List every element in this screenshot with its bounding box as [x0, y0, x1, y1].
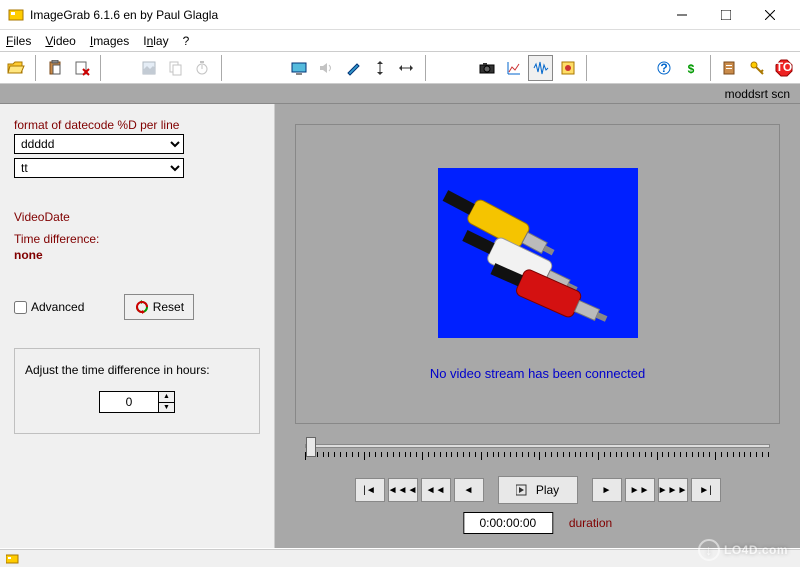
menu-images[interactable]: Images: [90, 34, 129, 48]
status-text: moddsrt scn: [725, 87, 790, 101]
slider-thumb[interactable]: [306, 437, 316, 457]
timediff-value: none: [14, 248, 260, 262]
brush-icon[interactable]: [340, 55, 365, 81]
rewind-fast-button[interactable]: ◄◄◄: [388, 478, 418, 502]
format-label: format of datecode %D per line: [14, 118, 260, 132]
reset-icon: [135, 300, 149, 314]
timecode-input[interactable]: [463, 512, 553, 534]
reset-button[interactable]: Reset: [124, 294, 194, 320]
copy-icon[interactable]: [163, 55, 188, 81]
slider-ticks: [305, 452, 770, 460]
left-panel: format of datecode %D per line ddddd tt …: [0, 104, 275, 548]
menu-bar: Files Video Images Inlay ?: [0, 30, 800, 52]
menu-video[interactable]: Video: [45, 34, 75, 48]
minimize-button[interactable]: [660, 1, 704, 29]
maximize-button[interactable]: [704, 1, 748, 29]
title-bar: ImageGrab 6.1.6 en by Paul Glagla: [0, 0, 800, 30]
close-button[interactable]: [748, 1, 792, 29]
videodate-label: VideoDate: [14, 210, 260, 224]
advanced-checkbox[interactable]: Advanced: [14, 300, 84, 314]
stretch-vert-icon[interactable]: [367, 55, 392, 81]
screen-icon[interactable]: [287, 55, 312, 81]
chart-icon[interactable]: [502, 55, 527, 81]
watermark: ↓LO4D.com: [698, 539, 788, 561]
waveform-icon[interactable]: [528, 55, 553, 81]
menu-files[interactable]: Files: [6, 34, 31, 48]
rewind-button[interactable]: ◄◄: [421, 478, 451, 502]
dollar-icon[interactable]: $: [679, 55, 704, 81]
forward-button[interactable]: ►►: [625, 478, 655, 502]
sound-icon[interactable]: [314, 55, 339, 81]
status-icon: [6, 553, 22, 565]
spin-down-icon[interactable]: ▼: [159, 403, 174, 413]
help-icon[interactable]: ?: [652, 55, 677, 81]
playback-controls: |◄ ◄◄◄ ◄◄ ◄ Play ► ►► ►►► ►|: [305, 476, 770, 504]
tool4-icon[interactable]: [555, 55, 580, 81]
spin-up-icon[interactable]: ▲: [159, 392, 174, 403]
menu-help[interactable]: ?: [183, 34, 190, 48]
timecode-row: duration: [463, 512, 612, 534]
paste-icon[interactable]: [43, 55, 68, 81]
step-back-button[interactable]: ◄: [454, 478, 484, 502]
stop-icon[interactable]: STOP: [771, 55, 796, 81]
window-title: ImageGrab 6.1.6 en by Paul Glagla: [30, 8, 660, 22]
adjust-input[interactable]: [99, 391, 159, 413]
app-icon: [8, 7, 24, 23]
duration-label: duration: [569, 516, 612, 530]
adjust-spinner[interactable]: ▲ ▼: [159, 391, 175, 413]
video-frame: No video stream has been connected: [295, 124, 780, 424]
toolbar: ? $ STOP: [0, 52, 800, 84]
save-image-icon[interactable]: [136, 55, 161, 81]
open-file-icon[interactable]: [4, 55, 29, 81]
status-strip: moddsrt scn: [0, 84, 800, 104]
play-icon: [516, 484, 530, 496]
right-panel: No video stream has been connected |◄ ◄◄…: [275, 104, 800, 548]
first-button[interactable]: |◄: [355, 478, 385, 502]
svg-text:?: ?: [661, 61, 668, 75]
svg-text:STOP: STOP: [775, 60, 793, 74]
stretch-horiz-icon[interactable]: [394, 55, 419, 81]
timer-icon[interactable]: [190, 55, 215, 81]
timediff-label: Time difference:: [14, 232, 260, 246]
settings-icon[interactable]: [718, 55, 743, 81]
camera-icon[interactable]: [475, 55, 500, 81]
adjust-box: Adjust the time difference in hours: ▲ ▼: [14, 348, 260, 434]
bottom-status-bar: [0, 549, 800, 567]
video-placeholder-image: [438, 168, 638, 338]
clipboard-close-icon[interactable]: [70, 55, 95, 81]
seek-slider[interactable]: [305, 444, 770, 460]
key-icon[interactable]: [744, 55, 769, 81]
format2-select[interactable]: tt: [14, 158, 184, 178]
forward-fast-button[interactable]: ►►►: [658, 478, 688, 502]
last-button[interactable]: ►|: [691, 478, 721, 502]
format1-select[interactable]: ddddd: [14, 134, 184, 154]
menu-inlay[interactable]: Inlay: [143, 34, 168, 48]
step-fwd-button[interactable]: ►: [592, 478, 622, 502]
adjust-label: Adjust the time difference in hours:: [25, 363, 249, 377]
no-video-text: No video stream has been connected: [430, 366, 645, 381]
svg-text:$: $: [688, 62, 695, 76]
play-button[interactable]: Play: [498, 476, 578, 504]
